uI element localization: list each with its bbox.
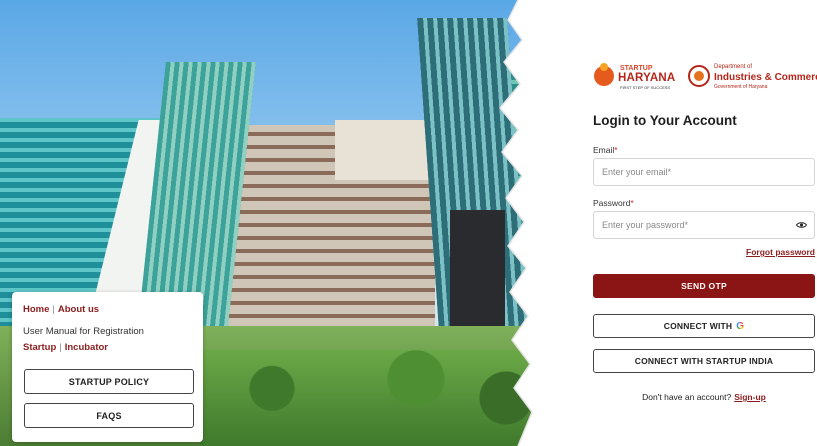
haryana-emblem-icon (688, 65, 710, 87)
about-link[interactable]: About us (58, 304, 99, 315)
signup-link[interactable]: Sign-up (734, 392, 766, 402)
startup-haryana-logo[interactable]: STARTUP HARYANA FIRST STEP OF SUCCESS (594, 62, 680, 92)
startup-policy-button[interactable]: STARTUP POLICY (24, 369, 194, 394)
home-link[interactable]: Home (23, 304, 49, 315)
google-icon: G (736, 320, 745, 332)
login-title: Login to Your Account (593, 113, 737, 128)
send-otp-button[interactable]: SEND OTP (593, 274, 815, 298)
startup-manual-link[interactable]: Startup (23, 342, 56, 353)
link-separator: | (52, 304, 55, 315)
building-center-top (335, 120, 435, 180)
logo-dept-sub: Government of Haryana (714, 84, 768, 90)
faqs-button[interactable]: FAQS (24, 403, 194, 428)
eye-icon[interactable] (796, 221, 807, 229)
required-mark: * (630, 198, 634, 208)
required-mark: * (614, 145, 618, 155)
info-card: Home | About us User Manual for Registrati… (12, 292, 203, 442)
incubator-manual-link[interactable]: Incubator (65, 342, 108, 353)
connect-google-button[interactable]: CONNECT WITH G (593, 314, 815, 338)
no-account-text: Don't have an account? (642, 392, 732, 402)
department-logo[interactable]: Department of Industries & Commerce Gove… (688, 62, 817, 92)
password-label: Password* (593, 198, 634, 208)
password-input[interactable] (593, 211, 815, 239)
email-input[interactable] (593, 158, 815, 186)
link-separator: | (59, 342, 62, 353)
email-label: Email* (593, 145, 618, 155)
connect-startup-india-button[interactable]: CONNECT WITH STARTUP INDIA (593, 349, 815, 373)
logo-startup-main: HARYANA (618, 72, 676, 84)
logo-startup-top: STARTUP (620, 65, 653, 72)
signup-prompt: Don't have an account? Sign-up (593, 392, 815, 402)
logo-startup-tagline: FIRST STEP OF SUCCESS (620, 85, 671, 90)
header-logos: STARTUP HARYANA FIRST STEP OF SUCCESS De… (594, 62, 817, 92)
info-links-row: Home | About us (23, 304, 99, 315)
connect-google-label: CONNECT WITH (663, 321, 733, 331)
startup-haryana-mark-icon (594, 63, 614, 86)
forgot-password-link[interactable]: Forgot password (746, 247, 815, 257)
logo-dept-main: Industries & Commerce (714, 72, 817, 83)
logo-dept-top: Department of (714, 64, 753, 70)
torn-edge (499, 0, 578, 446)
manual-links-row: Startup | Incubator (23, 342, 108, 353)
user-manual-label: User Manual for Registration (23, 326, 144, 337)
